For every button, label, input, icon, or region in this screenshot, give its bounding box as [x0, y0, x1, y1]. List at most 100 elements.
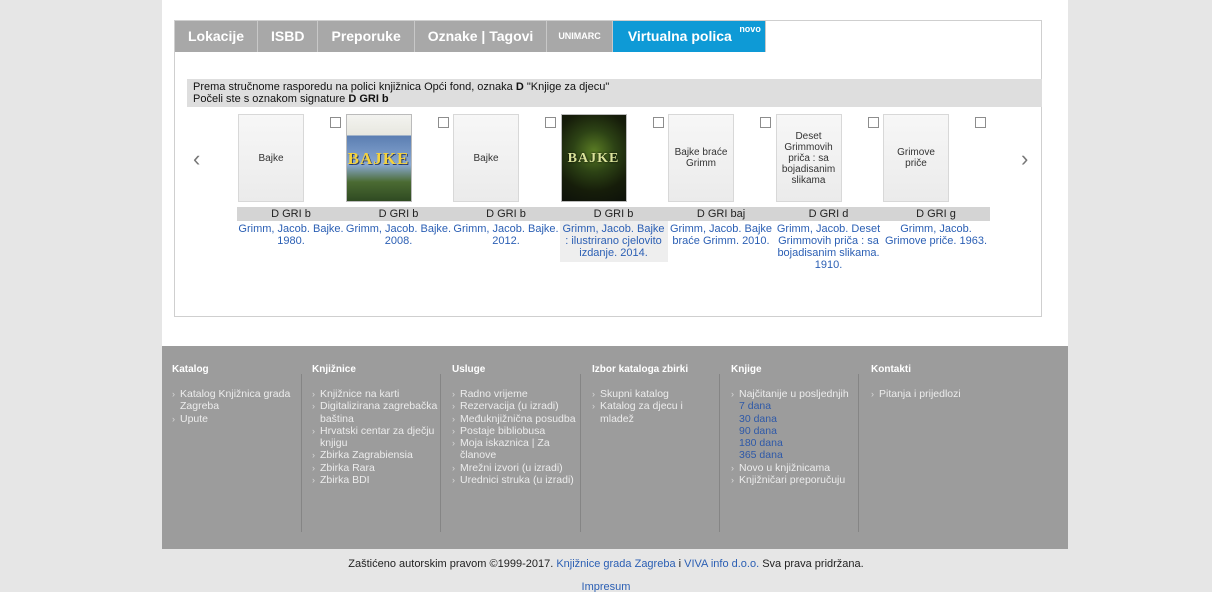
footer-link[interactable]: Pitanja i prijedlozi	[871, 388, 997, 401]
book-record-link[interactable]: Grimm, Jacob. Deset Grimmovih priča : sa…	[775, 221, 883, 274]
info-text: Počeli ste s oznakom signature	[193, 93, 349, 105]
book-cover-slot: Bajke	[237, 113, 345, 207]
viva-info-link[interactable]: VIVA info d.o.o.	[684, 558, 759, 570]
footer-link[interactable]: Radno vrijeme	[452, 388, 578, 401]
tab-label: ISBD	[271, 28, 305, 44]
shelf-book: Bajke D GRI b Grimm, Jacob. Bajke. 1980.	[237, 113, 345, 250]
footer-links: Najčitanije u posljednjih7 dana30 dana90…	[731, 388, 857, 487]
footer-link[interactable]: Najčitanije u posljednjih	[731, 388, 857, 401]
book-record-link[interactable]: Grimm, Jacob. Grimove priče. 1963.	[882, 221, 990, 250]
footer-link[interactable]: 30 dana	[731, 413, 857, 425]
book-cover-placeholder[interactable]: Bajke	[238, 114, 304, 202]
shelf-panel: Lokacije ISBD Preporuke Oznake | Tagovi UNIM…	[174, 20, 1042, 317]
shelf-book: Grimove priče D GRI g Grimm, Jacob. Grimov…	[882, 113, 990, 250]
impressum-link[interactable]: Impresum	[582, 581, 631, 592]
select-checkbox[interactable]	[652, 117, 664, 128]
footer-column: Izbor kataloga zbirki Skupni katalogKatal…	[592, 364, 718, 425]
shelf-info: Prema stručnome rasporedu na polici knji…	[187, 79, 1042, 107]
book-cover-placeholder[interactable]: Grimove priče	[883, 114, 949, 202]
footer-link[interactable]: Knjižnice na karti	[312, 388, 438, 401]
cover-text: Bajke	[258, 152, 284, 164]
cover-text: Grimove priče	[897, 147, 935, 169]
footer-divider	[440, 374, 441, 532]
footer-divider	[301, 374, 302, 532]
footer-link[interactable]: Rezervacija (u izradi)	[452, 400, 578, 413]
book-record-link[interactable]: Grimm, Jacob. Bajke : ilustrirano cjelov…	[559, 221, 668, 262]
book-record-link[interactable]: Grimm, Jacob. Bajke. 1980.	[237, 221, 345, 250]
footer-links: Knjižnice na kartiDigitalizirana zagreba…	[312, 388, 438, 487]
select-checkbox[interactable]	[437, 117, 449, 128]
select-checkbox[interactable]	[545, 117, 556, 128]
footer-link[interactable]: 180 dana	[731, 437, 857, 449]
cover-text: Deset Grimmovih priča : sa bojadisanim s…	[781, 130, 836, 186]
tab-isbd[interactable]: ISBD	[258, 21, 319, 52]
shelf-book: BAJKE D GRI b Grimm, Jacob. Bajke. 2008.	[344, 113, 453, 250]
book-record-link[interactable]: Grimm, Jacob. Bajke. 2008.	[345, 221, 453, 250]
footer-link[interactable]: 365 dana	[731, 449, 857, 461]
footer-column: Knjižnice Knjižnice na kartiDigitaliziran…	[312, 364, 438, 487]
impressum: Impresum	[0, 581, 1212, 592]
book-cover-slot: Bajke braće Grimm	[667, 113, 775, 207]
book-cover-slot: BAJKE	[560, 113, 668, 207]
tab-bar: Lokacije ISBD Preporuke Oznake | Tagovi UNIM…	[175, 21, 766, 52]
book-cover-placeholder[interactable]: Bajke	[453, 114, 519, 202]
library-link[interactable]: Knjižnice grada Zagreba	[556, 558, 675, 570]
footer-column: Usluge Radno vrijemeRezervacija (u izradi…	[452, 364, 578, 487]
call-number: D GRI baj	[667, 207, 775, 221]
tab-oznake-tagovi[interactable]: Oznake | Tagovi	[414, 21, 548, 52]
footer-link[interactable]: Urednici struka (u izradi)	[452, 474, 578, 487]
next-arrow-icon[interactable]: ›	[1021, 148, 1028, 170]
select-checkbox[interactable]	[975, 117, 986, 128]
footer-link[interactable]: Postaje bibliobusa	[452, 425, 578, 438]
book-record-link[interactable]: Grimm, Jacob. Bajke. 2012.	[452, 221, 560, 250]
select-checkbox[interactable]	[867, 117, 879, 128]
book-cover-slot: Deset Grimmovih priča : sa bojadisanim s…	[775, 113, 883, 207]
book-record-link[interactable]: Grimm, Jacob. Bajke braće Grimm. 2010.	[667, 221, 775, 250]
footer-links: Skupni katalogKatalog za djecu i mladež	[592, 388, 718, 425]
book-cover-image[interactable]: BAJKE	[345, 114, 412, 202]
footer-link[interactable]: Katalog Knjižnica grada Zagreba	[172, 388, 298, 413]
info-text: Prema stručnome rasporedu na polici knji…	[193, 81, 516, 93]
book-cover-slot: Bajke	[452, 113, 560, 207]
footer-link[interactable]: Zbirka Rara	[312, 462, 438, 475]
footer-link[interactable]: 90 dana	[731, 425, 857, 437]
shelf-info-line2: Počeli ste s oznakom signature D GRI b	[193, 93, 1036, 105]
prev-arrow-icon[interactable]: ‹	[193, 148, 200, 170]
footer-link[interactable]: Zbirka BDI	[312, 474, 438, 487]
call-number: D GRI b	[344, 207, 453, 221]
signature-code: D GRI b	[348, 93, 389, 105]
call-number: D GRI b	[452, 207, 560, 221]
tab-label: UNIMARC	[558, 31, 601, 41]
footer-heading: Izbor kataloga zbirki	[592, 364, 689, 375]
footer-heading: Usluge	[452, 364, 486, 375]
book-cover-placeholder[interactable]: Bajke braće Grimm	[668, 114, 734, 202]
footer-links: Radno vrijemeRezervacija (u izradi)Međuk…	[452, 388, 578, 487]
footer-link[interactable]: Knjižničari preporučuju	[731, 474, 857, 487]
shelf-book: Deset Grimmovih priča : sa bojadisanim s…	[774, 113, 883, 274]
select-checkbox[interactable]	[330, 117, 341, 128]
shelf-book: Bajke braće Grimm D GRI baj Grimm, Jacob. …	[667, 113, 775, 250]
select-checkbox[interactable]	[760, 117, 771, 128]
footer-link[interactable]: Digitalizirana zagrebačka baština	[312, 400, 438, 425]
tab-lokacije[interactable]: Lokacije	[175, 21, 259, 52]
book-cover-image[interactable]: BAJKE	[560, 114, 627, 202]
footer-link[interactable]: Skupni katalog	[592, 388, 718, 401]
footer-link[interactable]: Zbirka Zagrabiensia	[312, 449, 438, 462]
call-number: D GRI d	[774, 207, 883, 221]
footer-link[interactable]: 7 dana	[731, 400, 857, 412]
footer-column: Katalog Katalog Knjižnica grada ZagrebaUp…	[172, 364, 298, 425]
call-number: D GRI b	[559, 207, 668, 221]
tab-virtualna-polica[interactable]: Virtualna polica novo	[612, 21, 766, 52]
footer-link[interactable]: Upute	[172, 413, 298, 426]
footer-link[interactable]: Katalog za djecu i mladež	[592, 400, 718, 425]
tab-preporuke[interactable]: Preporuke	[318, 21, 415, 52]
footer-link[interactable]: Međuknjižnična posudba	[452, 413, 578, 426]
copyright-text: Zaštićeno autorskim pravom ©1999-2017.	[348, 558, 557, 570]
tab-unimarc[interactable]: UNIMARC	[547, 21, 613, 52]
footer-link[interactable]: Moja iskaznica | Za članove	[452, 437, 578, 462]
footer-link[interactable]: Novo u knjižnicama	[731, 462, 857, 475]
copyright-text: Sva prava pridržana.	[759, 558, 864, 570]
footer-link[interactable]: Mrežni izvori (u izradi)	[452, 462, 578, 475]
footer-link[interactable]: Hrvatski centar za dječju knjigu	[312, 425, 438, 450]
book-cover-placeholder[interactable]: Deset Grimmovih priča : sa bojadisanim s…	[775, 114, 842, 202]
